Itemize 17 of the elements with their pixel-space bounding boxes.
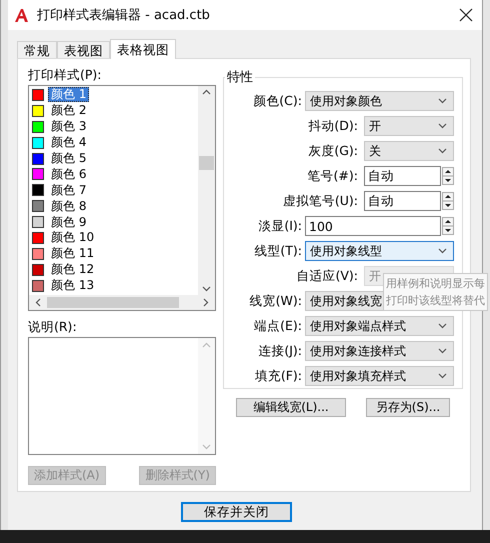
group-title: 特性 <box>226 69 254 86</box>
field-label: 自适应(V): <box>295 268 359 284</box>
field-label: 颜色(C): <box>252 92 302 110</box>
field-label: 填充(F): <box>254 368 302 384</box>
tooltip: 用样例和说明显示每 打印时该线型将替代 <box>383 273 488 311</box>
field-label: 淡显(I): <box>257 218 302 234</box>
window-title: 打印样式表编辑器 - acad.ctb <box>37 7 210 24</box>
description-label: 说明(R): <box>28 319 78 335</box>
field-label: 线型(T): <box>253 242 302 260</box>
field-label: 线宽(W): <box>248 292 302 310</box>
list-label: 打印样式(P): <box>28 67 103 83</box>
field-label: 虚拟笔号(U): <box>282 192 359 210</box>
field-label: 端点(E): <box>253 318 302 334</box>
field-label: 灰度(G): <box>307 142 359 160</box>
field-label: 抖动(D): <box>307 118 359 134</box>
field-label: 连接(J): <box>257 342 302 360</box>
field-label: 笔号(#): <box>306 168 359 184</box>
